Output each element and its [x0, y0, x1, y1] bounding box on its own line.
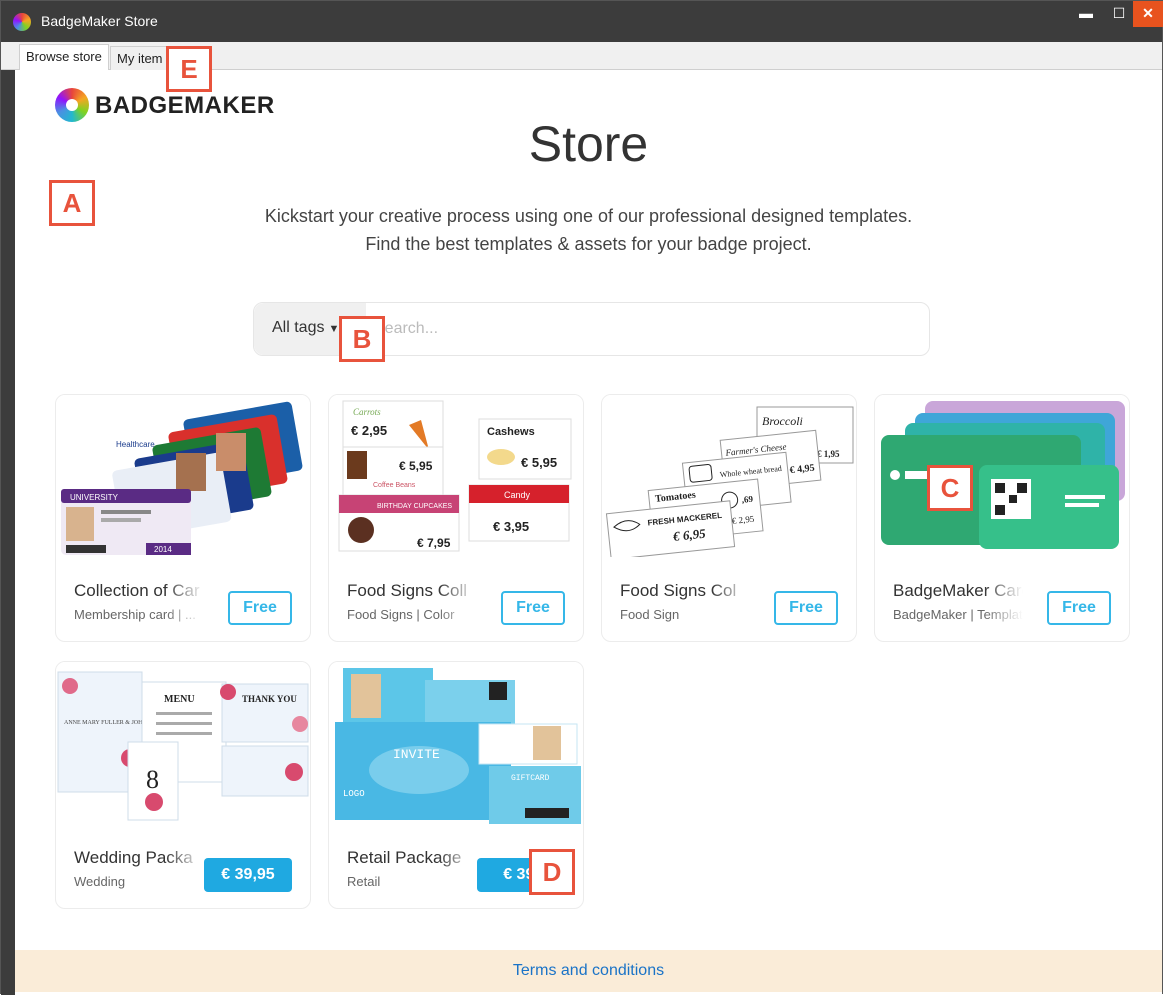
annotation-marker-a: A: [49, 180, 95, 226]
page-subtitle: Kickstart your creative process using on…: [15, 202, 1162, 258]
annotation-marker-d: D: [529, 849, 575, 895]
thumb-apple-price: ,69: [741, 494, 754, 505]
product-tags: Retail: [347, 874, 381, 889]
product-thumbnail: [875, 395, 1129, 557]
product-name: Food Signs Col: [620, 581, 737, 600]
thumb-broccoli-text: Broccoli: [762, 414, 803, 428]
product-card-badgemaker-cards[interactable]: BadgeMaker Card BadgeMaker | Templat Fre…: [874, 394, 1130, 642]
thumb-thankyou-text: THANK YOU: [242, 694, 297, 704]
product-name: Wedding Packa: [74, 848, 193, 867]
thumb-carrots-text: Carrots: [353, 407, 381, 417]
product-card-collection-cards[interactable]: UNIVERSITY 2014 Healthcare Collection of…: [55, 394, 311, 642]
product-name: Food Signs Coll: [347, 581, 468, 600]
title-bar: BadgeMaker Store ▬ ☐ ✕: [1, 1, 1163, 42]
tab-browse-store[interactable]: Browse store: [19, 44, 109, 71]
thumb-menu-text: MENU: [164, 694, 195, 705]
product-thumbnail: UNIVERSITY 2014 Healthcare: [56, 395, 310, 557]
thumb-invite-text: INVITE: [393, 747, 440, 762]
footer-bar: Terms and conditions: [15, 950, 1162, 992]
thumb-cupcake-price: € 7,95: [417, 536, 451, 550]
thumb-logo-text: LOGO: [343, 789, 365, 799]
product-thumbnail: Carrots € 2,95 Cashews € 5,95 € 5,95 Cof…: [329, 395, 583, 557]
thumb-candy-price: € 3,95: [493, 519, 529, 534]
product-tags: Membership card | ...: [74, 607, 196, 622]
close-button[interactable]: ✕: [1133, 1, 1163, 27]
app-window: BadgeMaker Store ▬ ☐ ✕ Browse store My i…: [0, 0, 1163, 995]
product-tags: BadgeMaker | Templat: [893, 607, 1023, 622]
free-button[interactable]: Free: [774, 591, 838, 625]
window-title: BadgeMaker Store: [41, 13, 158, 29]
tags-dropdown-label: All tags: [272, 319, 325, 336]
thumb-cupcakes-text: BIRTHDAY CUPCAKES: [377, 503, 452, 510]
product-thumbnail: ANNE MARY FULLER & JOHN FRANKLIN DOE MEN…: [56, 662, 310, 824]
thumb-university-text: UNIVERSITY: [70, 493, 119, 502]
store-page: BADGEMAKER Store Kickstart your creative…: [15, 46, 1162, 995]
thumb-broccoli-price: € 1,95: [817, 449, 840, 459]
thumb-coffee-price: € 5,95: [399, 459, 433, 473]
search-input[interactable]: [374, 315, 914, 343]
thumb-cashews-text: Cashews: [487, 426, 535, 438]
thumb-table-number: 8: [146, 765, 159, 794]
page-title: Store: [528, 116, 649, 172]
thumb-year-text: 2014: [154, 545, 172, 554]
app-logo-icon: [13, 13, 31, 31]
free-button[interactable]: Free: [1047, 591, 1111, 625]
window-left-border: [1, 70, 15, 995]
subtitle-line-2: Find the best templates & assets for you…: [365, 234, 812, 254]
product-name: BadgeMaker Card: [893, 581, 1023, 600]
product-thumbnail: INVITE LOGO GIFTCARD: [329, 662, 583, 824]
free-button[interactable]: Free: [501, 591, 565, 625]
product-name: Retail Package: [347, 848, 462, 867]
product-card-food-signs-bw[interactable]: Broccoli € 1,95 Farmer's Cheese € 4,95 W…: [601, 394, 857, 642]
annotation-marker-e: E: [166, 46, 212, 92]
maximize-button[interactable]: ☐: [1104, 1, 1134, 27]
subtitle-line-1: Kickstart your creative process using on…: [264, 206, 913, 226]
product-tags: Food Signs | Color: [347, 607, 455, 622]
product-card-wedding-package[interactable]: ANNE MARY FULLER & JOHN FRANKLIN DOE MEN…: [55, 661, 311, 909]
thumb-carrot-price: € 2,95: [351, 423, 387, 438]
annotation-marker-b: B: [339, 316, 385, 362]
thumb-coffee-text: Coffee Beans: [373, 482, 416, 489]
minimize-button[interactable]: ▬: [1071, 1, 1101, 27]
product-thumbnail: Broccoli € 1,95 Farmer's Cheese € 4,95 W…: [602, 395, 856, 557]
terms-link[interactable]: Terms and conditions: [513, 962, 664, 979]
free-button[interactable]: Free: [228, 591, 292, 625]
chevron-down-icon: ▼: [328, 323, 340, 335]
product-name: Collection of Car: [74, 581, 200, 600]
thumb-giftcard-text: GIFTCARD: [511, 774, 550, 783]
product-tags: Food Sign: [620, 607, 680, 622]
annotation-marker-c: C: [927, 465, 973, 511]
thumb-health-text: Healthcare: [116, 440, 155, 449]
product-tags: Wedding: [74, 874, 126, 889]
thumb-candy-text: Candy: [504, 490, 531, 500]
product-card-food-signs-color[interactable]: Carrots € 2,95 Cashews € 5,95 € 5,95 Cof…: [328, 394, 584, 642]
price-button[interactable]: € 39,95: [204, 858, 292, 892]
thumb-cashew-price: € 5,95: [521, 455, 557, 470]
